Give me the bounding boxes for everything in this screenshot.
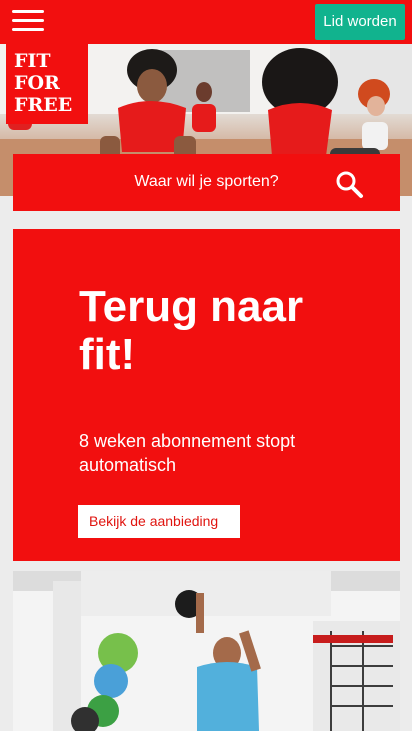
promo-subtitle: 8 weken abonnement stopt automatisch [79, 429, 379, 477]
search-icon[interactable] [334, 169, 364, 199]
fit-for-free-logo[interactable]: FIT FOR FREE [6, 44, 88, 124]
view-offer-button[interactable]: Bekijk de aanbieding [78, 505, 240, 538]
join-button[interactable]: Lid worden [315, 4, 405, 40]
promo-title-line-2: fit! [79, 330, 136, 379]
hamburger-menu-icon[interactable] [12, 10, 44, 34]
promo-card: Terug naar fit! 8 weken abonnement stopt… [13, 229, 400, 561]
promo-title-line-1: Terug naar [79, 282, 304, 331]
location-search-bar[interactable]: Waar wil je sporten? [13, 154, 400, 211]
gym-image [13, 571, 400, 731]
logo-line-1: FIT [14, 50, 51, 72]
promo-subtitle-line-2: automatisch [79, 455, 177, 475]
logo-line-2: FOR [14, 72, 60, 94]
logo-line-3: FREE [14, 94, 72, 116]
promo-subtitle-line-1: 8 weken abonnement stopt [79, 431, 296, 451]
top-navigation-bar: Lid worden [0, 0, 412, 44]
promo-title: Terug naar fit! [79, 283, 379, 379]
